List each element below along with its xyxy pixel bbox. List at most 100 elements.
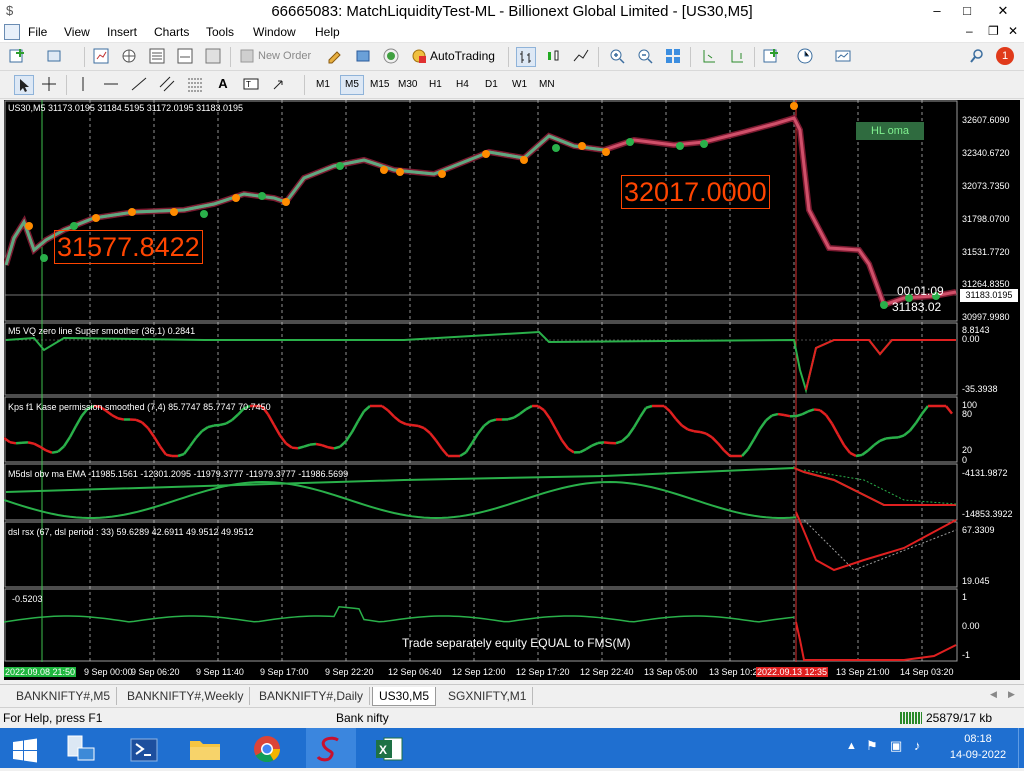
menu-charts[interactable]: Charts [154,25,189,39]
horizontal-line-icon[interactable] [102,75,120,93]
autotrading-icon[interactable] [410,47,428,65]
kase-segment [442,449,448,456]
kase-segment [844,445,850,453]
menu-file[interactable]: File [28,25,47,39]
file-explorer-icon[interactable] [184,732,226,766]
kase-segment [898,435,904,437]
text-icon[interactable]: A [214,75,232,93]
zoom-in-icon[interactable] [608,47,626,65]
tabs-scroll-right-icon[interactable]: ▶ [1008,689,1015,700]
server-manager-icon[interactable] [58,732,100,766]
new-order-icon[interactable] [238,47,256,65]
signal-dot [790,102,798,110]
vq-axis-label: -35.3938 [962,384,998,394]
kase-segment [70,426,76,437]
chart-shift-icon[interactable] [700,47,718,65]
flag-icon[interactable]: ⚑ [866,738,878,754]
kase-segment [880,438,886,440]
zoom-out-icon[interactable] [636,47,654,65]
tab-banknifty-daily[interactable]: BANKNIFTY#,Daily [253,687,370,705]
arrows-icon[interactable] [270,75,288,93]
bar-chart-icon[interactable] [516,47,536,67]
templates-icon[interactable] [834,47,852,65]
tray-overflow-icon[interactable]: ▲ [846,740,857,752]
fibonacci-icon[interactable] [186,75,204,93]
kase-segment [334,447,340,449]
timeframe-d1[interactable]: D1 [481,76,502,94]
minimize-button[interactable]: – [922,0,952,22]
menu-view[interactable]: View [64,25,90,39]
new-order-button[interactable]: New Order [258,46,311,66]
channel-icon[interactable] [158,75,176,93]
inner-restore-button[interactable]: ❐ [988,24,999,38]
volume-icon[interactable]: ♪ [914,738,921,753]
timeframe-w1[interactable]: W1 [508,76,531,94]
new-chart-icon[interactable] [8,47,26,65]
terminal-icon[interactable] [176,47,194,65]
menu-tools[interactable]: Tools [206,25,234,39]
market-watch-icon[interactable] [92,47,110,65]
menu-window[interactable]: Window [253,25,296,39]
timeframe-h4[interactable]: H4 [452,76,473,94]
maximize-button[interactable]: □ [952,0,982,22]
tab-banknifty-m5[interactable]: BANKNIFTY#,M5 [10,687,117,705]
network-icon[interactable]: ▣ [890,738,902,754]
search-icon[interactable] [968,47,986,65]
powershell-icon[interactable] [124,732,166,766]
autoscroll-icon[interactable] [728,47,746,65]
signal-dot [40,254,48,262]
bid-label: 31183.02 [892,300,941,314]
timeframe-m1[interactable]: M1 [312,76,334,94]
periods-icon[interactable] [796,47,814,65]
timeframe-m30[interactable]: M30 [394,76,421,94]
tile-windows-icon[interactable] [664,47,682,65]
indicators-icon[interactable] [762,47,780,65]
clock-time[interactable]: 08:18 [948,733,1008,745]
tab-us30-m5[interactable]: US30,M5 [372,687,436,706]
start-button[interactable] [0,732,48,766]
data-window-icon[interactable] [148,47,166,65]
timeframe-h1[interactable]: H1 [425,76,446,94]
trading-terminal-icon[interactable] [306,728,356,768]
label-icon[interactable]: T [242,75,260,93]
navigator-icon[interactable] [120,47,138,65]
kase-segment [748,439,754,449]
kase-segment [526,406,532,409]
metaeditor-icon[interactable] [326,47,344,65]
line-chart-icon[interactable] [572,47,590,65]
trendline-icon[interactable] [130,75,148,93]
candlestick-icon[interactable] [544,47,562,65]
timeframe-m5[interactable]: M5 [340,75,364,95]
menu-insert[interactable]: Insert [107,25,137,39]
show-desktop-button[interactable] [1018,728,1024,768]
chart-canvas[interactable] [4,100,1020,680]
timeframe-m15[interactable]: M15 [366,76,393,94]
crosshair-icon[interactable] [40,75,58,93]
inner-minimize-button[interactable]: – [966,24,973,38]
vertical-line-icon[interactable] [74,75,92,93]
timeframe-mn[interactable]: MN [535,76,559,94]
tab-sgxnifty-m1[interactable]: SGXNIFTY,M1 [442,687,533,705]
time-axis-label: 13 Sep 05:00 [644,667,698,677]
menu-help[interactable]: Help [315,25,340,39]
document-icon[interactable] [4,24,20,40]
close-button[interactable]: ✕ [982,0,1024,22]
profiles-icon[interactable] [46,47,64,65]
tab-banknifty-weekly[interactable]: BANKNIFTY#,Weekly [121,687,250,705]
tabs-scroll-left-icon[interactable]: ◀ [990,689,997,700]
excel-icon[interactable]: X [368,732,410,766]
status-profile: Bank nifty [336,711,389,725]
notification-badge[interactable]: 1 [996,47,1014,65]
radio-icon[interactable] [382,47,400,65]
cursor-icon[interactable] [14,75,34,95]
autotrading-button[interactable]: AutoTrading [430,46,495,66]
chart-window[interactable]: US30,M5 31173.0195 31184.5195 31172.0195… [4,100,1020,680]
kase-segment [166,455,172,456]
strategy-tester-icon[interactable] [204,47,222,65]
kase-segment [436,440,442,449]
inner-close-button[interactable]: ✕ [1008,24,1018,38]
signals-icon[interactable] [354,47,372,65]
chrome-icon[interactable] [246,732,288,766]
kase-segment [838,435,844,446]
clock-date[interactable]: 14-09-2022 [945,749,1011,761]
